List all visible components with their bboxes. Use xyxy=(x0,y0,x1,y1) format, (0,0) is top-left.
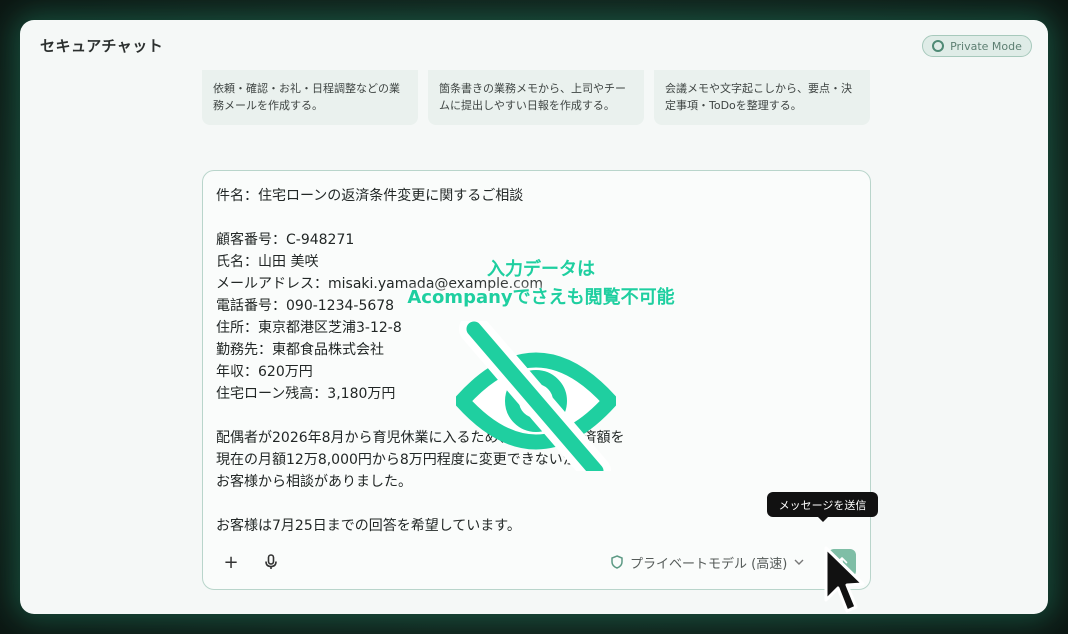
message-line: 年収：620万円 xyxy=(216,364,313,380)
chat-window: セキュアチャット Private Mode 依頼・確認・お礼・日程調整などの業 … xyxy=(20,20,1048,614)
message-line: メールアドレス：misaki.yamada@example.com xyxy=(216,276,544,292)
app-title: セキュアチャット xyxy=(40,37,164,55)
message-line xyxy=(216,493,816,515)
shield-icon xyxy=(611,555,623,569)
send-tooltip: メッセージを送信 xyxy=(767,492,878,522)
message-input[interactable]: 件名：住宅ローンの返済条件変更に関するご相談 顧客番号：C-948271 氏名：… xyxy=(202,170,871,590)
message-line: 電話番号：090-1234-5678 xyxy=(216,298,395,314)
message-line xyxy=(216,405,816,427)
message-line: 勤務先：東都食品株式会社 xyxy=(216,342,384,358)
message-line: お客様は7月25日までの回答を希望しています。 xyxy=(216,518,521,534)
suggestion-line: ムに提出しやすい日報を作成する。 xyxy=(439,99,615,112)
chevron-down-icon xyxy=(794,559,804,565)
private-mode-icon xyxy=(932,40,945,52)
model-select-label: プライベートモデル (高速) xyxy=(630,556,788,572)
suggestion-line: 箇条書きの業務メモから、上司やチー xyxy=(439,82,626,95)
suggestion-line: 定事項・ToDoを整理する。 xyxy=(665,99,802,112)
mouse-cursor-icon xyxy=(824,546,865,613)
message-line: 配偶者が2026年8月から育児休業に入るため、半年間の返済額を xyxy=(216,430,625,446)
message-line: 住宅ローン残高：3,180万円 xyxy=(216,386,396,402)
microphone-icon[interactable] xyxy=(260,551,282,573)
message-text[interactable]: 件名：住宅ローンの返済条件変更に関するご相談 顧客番号：C-948271 氏名：… xyxy=(216,185,816,537)
private-mode-badge[interactable]: Private Mode xyxy=(922,35,1032,57)
plus-icon[interactable]: + xyxy=(220,551,242,573)
suggestion-line: 務メールを作成する。 xyxy=(213,99,323,112)
suggestion-card-email[interactable]: 依頼・確認・お礼・日程調整などの業 務メールを作成する。 xyxy=(202,70,418,125)
message-line: 件名：住宅ローンの返済条件変更に関するご相談 xyxy=(216,188,524,204)
message-line: 顧客番号：C-948271 xyxy=(216,232,355,248)
model-select[interactable]: プライベートモデル (高速) xyxy=(611,551,804,573)
suggestion-card-minutes[interactable]: 会議メモや文字起こしから、要点・決 定事項・ToDoを整理する。 xyxy=(654,70,870,125)
suggestion-card-report[interactable]: 箇条書きの業務メモから、上司やチー ムに提出しやすい日報を作成する。 xyxy=(428,70,644,125)
message-line: お客様から相談がありました。 xyxy=(216,474,412,490)
private-mode-label: Private Mode xyxy=(950,39,1022,53)
message-line: 氏名：山田 美咲 xyxy=(216,254,319,270)
message-line xyxy=(216,207,816,229)
suggestion-line: 会議メモや文字起こしから、要点・決 xyxy=(665,82,852,95)
message-line: 住所：東京都港区芝浦3-12-8 xyxy=(216,320,402,336)
suggestion-line: 依頼・確認・お礼・日程調整などの業 xyxy=(213,82,400,95)
message-line: 現在の月額12万8,000円から8万円程度に変更できないか、 xyxy=(216,452,591,468)
